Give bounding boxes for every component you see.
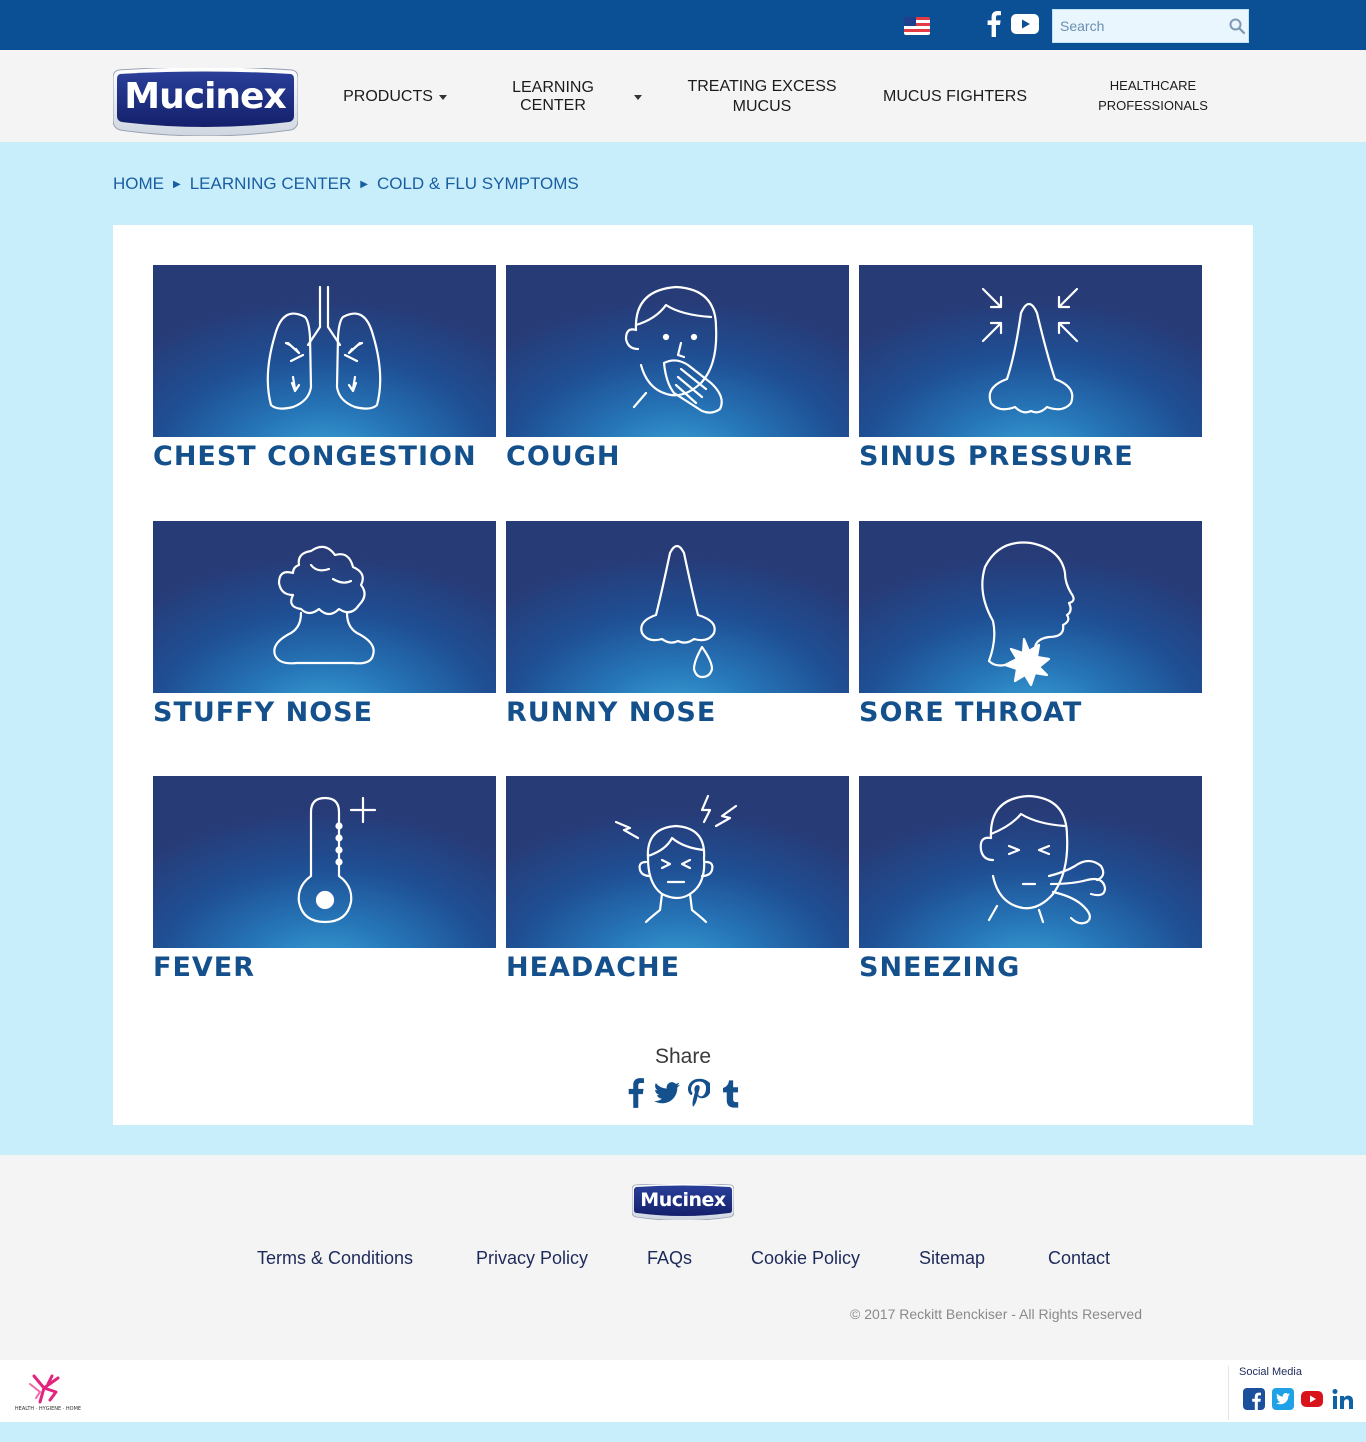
caret-down-icon: [634, 94, 642, 100]
sore-throat-icon: [981, 541, 1075, 687]
footer-link-cookie[interactable]: Cookie Policy: [751, 1248, 860, 1272]
tumblr-icon[interactable]: [717, 1077, 743, 1109]
copyright-text: © 2017 Reckitt Benckiser - All Rights Re…: [850, 1306, 1142, 1322]
breadcrumb-learning-center[interactable]: LEARNING CENTER: [190, 174, 352, 194]
headache-icon: [614, 794, 738, 924]
youtube-icon[interactable]: [1010, 9, 1040, 39]
lungs-icon: [266, 285, 382, 410]
breadcrumb: HOME ▶ LEARNING CENTER ▶ COLD & FLU SYMP…: [113, 173, 579, 195]
sneezing-face-icon: [979, 794, 1107, 925]
svg-text:Mucinex: Mucinex: [640, 1189, 726, 1211]
nav-learning-center-label: LEARNING CENTER: [512, 79, 594, 114]
youtube-icon[interactable]: [1301, 1388, 1323, 1410]
footer-link-privacy[interactable]: Privacy Policy: [476, 1248, 588, 1272]
linkedin-icon[interactable]: [1332, 1388, 1354, 1410]
breadcrumb-arrow-icon: ▶: [173, 178, 181, 190]
nav-products[interactable]: PRODUCTS: [340, 86, 450, 108]
social-media-panel: Social Media: [1228, 1366, 1366, 1420]
symptom-label: FEVER: [153, 952, 256, 983]
search-icon[interactable]: [1228, 17, 1246, 35]
symptom-label: SORE THROAT: [859, 697, 1083, 728]
search-box: [1052, 9, 1249, 43]
footer-link-faqs[interactable]: FAQs: [647, 1248, 692, 1272]
nose-pressure-icon: [981, 287, 1079, 414]
twitter-icon[interactable]: [1272, 1388, 1294, 1410]
breadcrumb-arrow-icon: ▶: [360, 178, 368, 190]
facebook-icon[interactable]: [1243, 1388, 1265, 1410]
breadcrumb-current[interactable]: COLD & FLU SYMPTOMS: [377, 174, 579, 194]
top-bar: [0, 0, 1366, 50]
symptom-image: [859, 521, 1202, 693]
footer-link-contact[interactable]: Contact: [1048, 1248, 1110, 1272]
footer-link-terms[interactable]: Terms & Conditions: [257, 1248, 413, 1272]
search-input[interactable]: [1053, 10, 1223, 42]
facebook-icon[interactable]: [623, 1077, 649, 1109]
symptoms-grid-card: CHEST CONGESTION COUGH SINUS PRESSURE ST…: [113, 225, 1253, 1125]
symptom-image: [153, 776, 496, 948]
symptom-label: CHEST CONGESTION: [153, 441, 477, 472]
symptom-label: STUFFY NOSE: [153, 697, 374, 728]
mucinex-logo[interactable]: Mucinex: [113, 68, 298, 136]
nav-products-label: PRODUCTS: [343, 88, 433, 105]
thermometer-icon: [297, 796, 377, 924]
svg-text:Mucinex: Mucinex: [124, 76, 286, 117]
nav-mucus-fighters-label: MUCUS FIGHTERS: [883, 88, 1027, 105]
symptom-image: [506, 265, 849, 437]
coughing-face-icon: [624, 285, 723, 414]
symptom-image: [506, 521, 849, 693]
symptom-label: RUNNY NOSE: [506, 697, 717, 728]
symptom-image: [153, 521, 496, 693]
facebook-icon[interactable]: [984, 9, 1004, 39]
caret-down-icon: [438, 94, 447, 100]
nav-learning-center[interactable]: LEARNING CENTER: [478, 79, 642, 114]
nav-mucus-fighters[interactable]: MUCUS FIGHTERS: [882, 86, 1028, 108]
social-media-title: Social Media: [1239, 1366, 1302, 1378]
runny-nose-icon: [640, 544, 716, 679]
symptom-label: SNEEZING: [859, 952, 1021, 983]
symptom-label: SINUS PRESSURE: [859, 441, 1134, 472]
stuffy-nose-icon: [273, 545, 375, 665]
twitter-icon[interactable]: [654, 1077, 681, 1109]
pinterest-icon[interactable]: [686, 1077, 712, 1109]
rb-logo[interactable]: HEALTH · HYGIENE · HOME: [10, 1372, 86, 1414]
nav-treating-line2: MUCUS: [732, 98, 792, 115]
nav-hcp-line1: HEALTHCARE: [1109, 78, 1197, 93]
symptom-label: HEADACHE: [506, 952, 681, 983]
nav-treating-excess-mucus[interactable]: TREATING EXCESS MUCUS: [680, 76, 844, 118]
footer-link-sitemap[interactable]: Sitemap: [919, 1248, 985, 1272]
breadcrumb-home[interactable]: HOME: [113, 174, 164, 194]
nav-healthcare-professionals[interactable]: HEALTHCARE PROFESSIONALS: [1090, 76, 1216, 116]
share-buttons: [623, 1076, 743, 1110]
nav-hcp-line2: PROFESSIONALS: [1098, 98, 1208, 113]
share-label: Share: [654, 1045, 712, 1068]
us-flag-icon[interactable]: [904, 17, 930, 35]
footer: Mucinex Terms & Conditions Privacy Polic…: [0, 1155, 1366, 1360]
symptom-image: [506, 776, 849, 948]
symptom-image: [153, 265, 496, 437]
mucinex-footer-logo[interactable]: Mucinex: [632, 1184, 734, 1220]
corporate-bar: HEALTH · HYGIENE · HOME Social Media: [0, 1360, 1366, 1422]
symptom-image: [859, 265, 1202, 437]
rb-tagline: HEALTH · HYGIENE · HOME: [14, 1406, 82, 1412]
nav-treating-line1: TREATING EXCESS: [687, 78, 837, 95]
main-navigation: Mucinex PRODUCTS LEARNING CENTER TREATIN…: [0, 50, 1366, 142]
symptom-label: COUGH: [506, 441, 621, 472]
symptom-image: [859, 776, 1202, 948]
